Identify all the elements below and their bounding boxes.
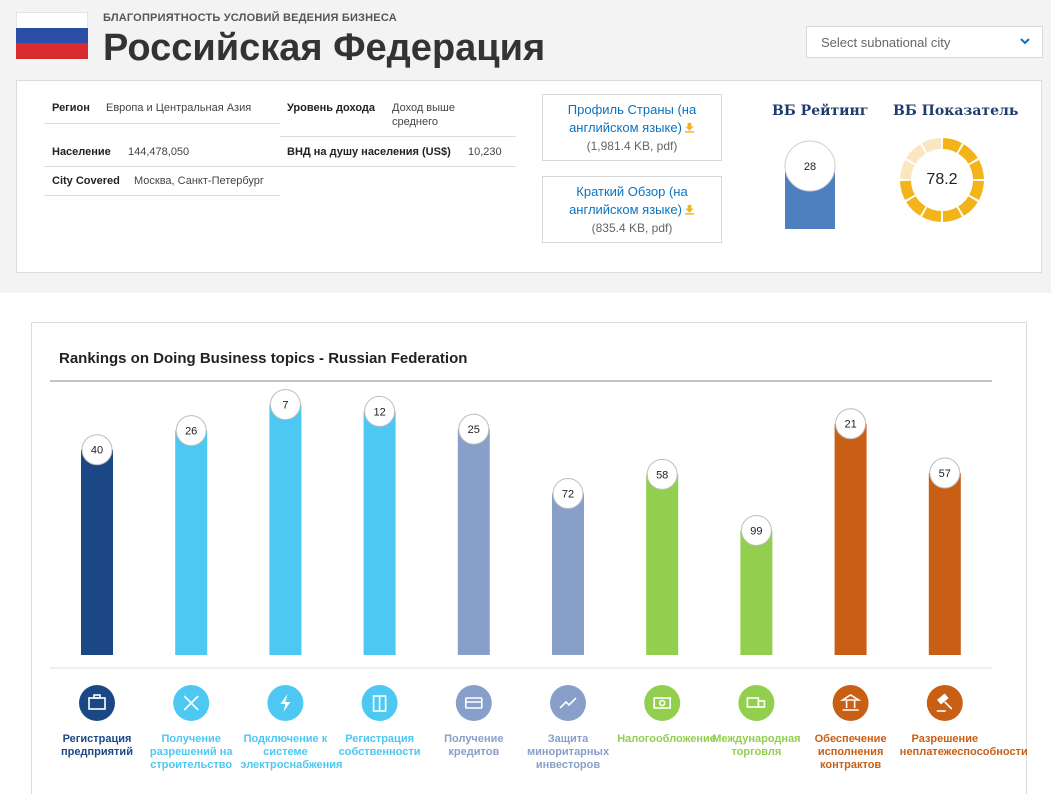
briefcase-icon: [79, 685, 115, 721]
money-icon: [644, 685, 681, 721]
bar: [646, 474, 679, 655]
bar-value-label: 12: [373, 406, 385, 418]
bar-value-label: 72: [562, 489, 574, 501]
bar-value-label: 58: [656, 469, 668, 481]
courthouse-icon: [832, 685, 869, 721]
category-label[interactable]: Регистрация собственности: [335, 733, 425, 759]
category-label[interactable]: Международная торговля: [711, 733, 801, 759]
bar: [740, 530, 773, 655]
category-label[interactable]: Обеспечение исполнения контрактов: [806, 733, 896, 772]
bar-value-label: 26: [185, 426, 197, 438]
bar-value-label: 99: [750, 525, 762, 537]
tools-icon: [173, 685, 210, 721]
bar-value-label: 25: [468, 424, 480, 436]
category-label[interactable]: Подключение к системе электроснабжения: [240, 733, 342, 772]
bar-value-label: 21: [844, 419, 856, 431]
bar: [552, 493, 584, 655]
bar: [928, 473, 961, 655]
bar-value-label: 7: [282, 400, 288, 412]
category-label[interactable]: Получение кредитов: [429, 733, 519, 759]
gavel-icon: [926, 685, 963, 721]
credit-card-icon: [455, 685, 492, 721]
category-label[interactable]: Разрешение неплатежеспособности: [900, 733, 1028, 759]
trend-up-icon: [550, 685, 586, 721]
rankings-chart: 40 26 7 12 25 72 58 99 21 57: [50, 380, 992, 721]
truck-icon: [738, 685, 775, 721]
bar: [175, 430, 208, 655]
bar-value-label: 57: [939, 468, 951, 480]
lightning-icon: [267, 685, 304, 721]
category-label[interactable]: Получение разрешений на строительство: [146, 733, 236, 772]
category-label[interactable]: Налогообложение: [617, 733, 716, 746]
bar: [269, 404, 302, 655]
category-label[interactable]: Защита миноритарных инвесторов: [523, 733, 613, 772]
bar: [363, 411, 396, 655]
bar: [834, 423, 867, 655]
building-icon: [361, 685, 398, 721]
category-label[interactable]: Регистрация предприятий: [52, 733, 142, 759]
bar-value-label: 40: [91, 445, 103, 457]
bar: [457, 429, 490, 655]
bar: [81, 449, 113, 655]
